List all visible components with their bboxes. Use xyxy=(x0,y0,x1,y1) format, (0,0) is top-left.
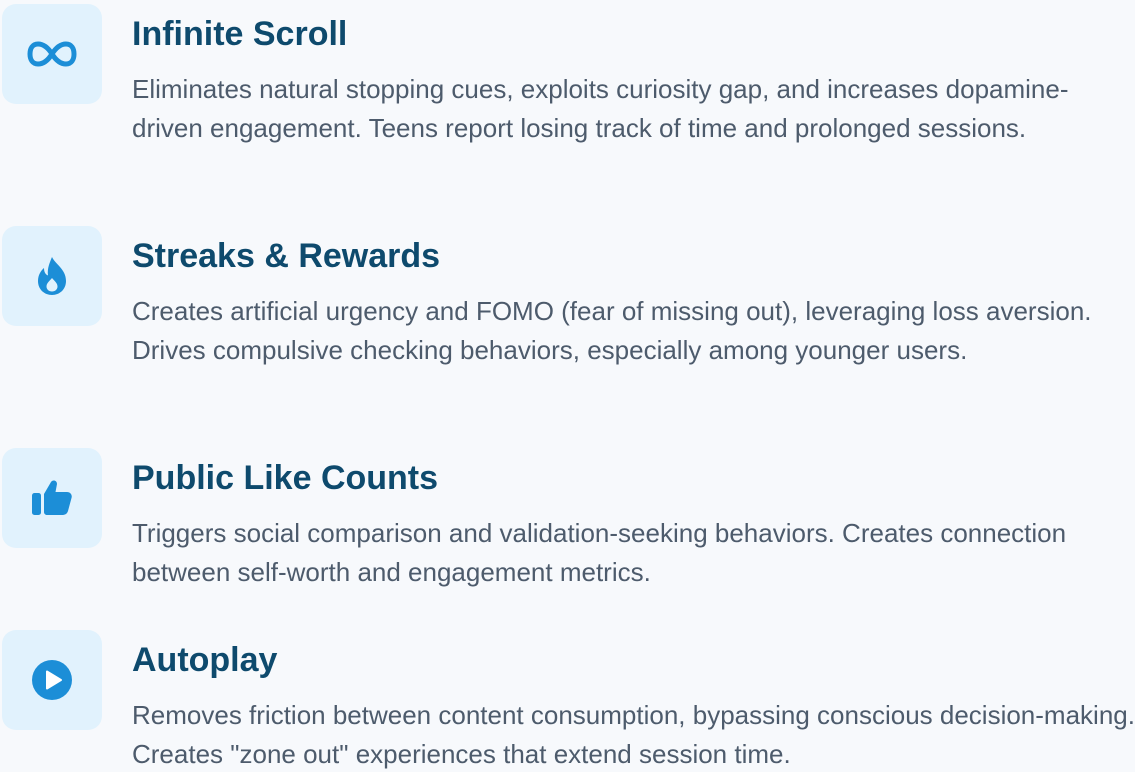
feature-title: Public Like Counts xyxy=(132,459,439,497)
flame-icon xyxy=(38,257,66,295)
thumbs-up-icon xyxy=(32,480,72,515)
feature-icon-container xyxy=(2,630,102,730)
feature-description: Eliminates natural stopping cues, exploi… xyxy=(132,74,1069,143)
feature-description: Triggers social comparison and validatio… xyxy=(132,518,1067,587)
feature-title: Autoplay xyxy=(132,641,278,679)
feature-icon-container xyxy=(2,226,102,326)
feature-list: Infinite Scroll Eliminates natural stopp… xyxy=(0,0,1135,772)
feature-title: Streaks & Rewards xyxy=(132,237,441,275)
play-circle-icon xyxy=(32,660,72,700)
feature-description: Removes friction between content consump… xyxy=(132,700,1135,769)
feature-description: Creates artificial urgency and FOMO (fea… xyxy=(132,296,1092,365)
feature-icon-container xyxy=(2,448,102,548)
feature-title: Infinite Scroll xyxy=(132,15,348,53)
infinity-icon xyxy=(27,41,77,67)
feature-icon-container xyxy=(2,4,102,104)
